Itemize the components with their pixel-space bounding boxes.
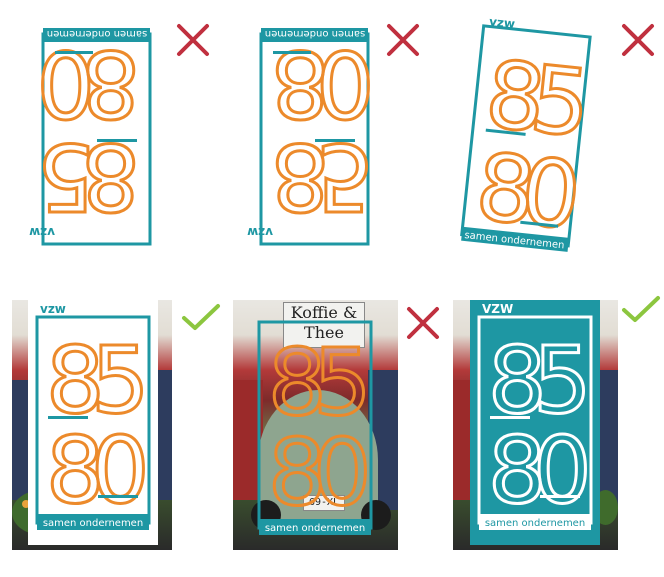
logo-variant-on-teal-panel: samen ondernemen VZW 8 5 8 0	[470, 300, 600, 545]
cross-icon	[387, 24, 419, 56]
cross-icon	[622, 24, 654, 56]
logo-variant-transparent-on-photo: samen ondernemen 8 5 8 0	[253, 320, 383, 550]
check-icon	[182, 304, 220, 330]
check-icon	[622, 296, 660, 322]
cross-icon	[177, 24, 209, 56]
logo-org-label: VZW	[482, 302, 513, 316]
logo-digit: 0	[36, 30, 95, 137]
logo-org-label: vzw	[40, 302, 66, 316]
logo-digit: 5	[36, 123, 95, 230]
logo-digit: 0	[533, 417, 592, 524]
logo-digit: 0	[313, 419, 372, 526]
logo-org-label: vzw	[247, 225, 273, 239]
logo-variant-on-white-panel: samen ondernemen vzw 8 5 8 0	[28, 300, 158, 545]
logo-digit: 0	[91, 417, 150, 524]
logo-digit: 0	[316, 30, 375, 137]
cross-icon	[407, 307, 439, 339]
logo-variant-upside-down-flipped: samen ondernemen vzw 8 5 8 0	[247, 20, 376, 250]
logo-variant-tilted: samen ondernemen vzw 8 5 8 0	[455, 14, 597, 255]
logo-org-label: vzw	[488, 14, 515, 31]
logo-variant-upside-down: samen ondernemen vzw 8 5 8 0	[29, 20, 155, 250]
logo-digit: 0	[516, 138, 585, 251]
